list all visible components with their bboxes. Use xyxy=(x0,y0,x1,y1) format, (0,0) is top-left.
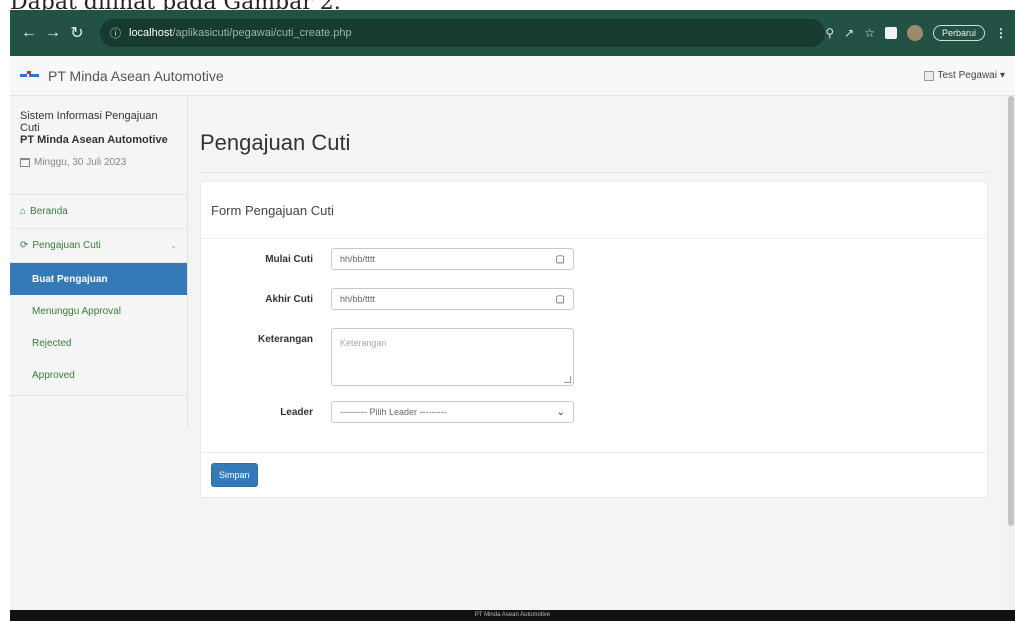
home-icon: ⌂ xyxy=(20,206,27,217)
scrollbar-thumb[interactable] xyxy=(1008,96,1014,526)
sidebar-app-title: Sistem Informasi Pengajuan Cuti xyxy=(20,110,158,134)
zoom-icon[interactable]: ⚲ xyxy=(825,26,834,40)
company-logo xyxy=(20,70,40,81)
user-avatar-icon xyxy=(924,70,935,81)
app-brand[interactable]: PT Minda Asean Automotive xyxy=(48,68,224,84)
calendar-picker-icon[interactable]: ▢ xyxy=(556,254,565,265)
forward-icon[interactable]: → xyxy=(42,24,64,42)
user-menu[interactable]: Test Pegawai ▾ xyxy=(924,70,1005,81)
url-host: localhost xyxy=(129,27,173,39)
form-row-keterangan: Keterangan Keterangan xyxy=(201,328,574,386)
browser-toolbar: ← → ↻ ⓘ localhost/aplikasicuti/pegawai/c… xyxy=(10,10,1015,56)
calendar-icon xyxy=(20,158,30,167)
extensions-icon[interactable] xyxy=(884,27,897,39)
leader-selected: --------- Pilih Leader --------- xyxy=(340,407,447,417)
sidebar-header: Sistem Informasi Pengajuan Cuti PT Minda… xyxy=(10,96,187,195)
sidebar-date: Minggu, 30 Juli 2023 xyxy=(20,157,177,168)
sidebar-date-text: Minggu, 30 Juli 2023 xyxy=(34,157,127,168)
caret-down-icon: ▾ xyxy=(999,70,1005,81)
app-footer: PT Minda Asean Automotive xyxy=(10,610,1015,621)
site-info-icon[interactable]: ⓘ xyxy=(110,25,121,41)
back-icon[interactable]: ← xyxy=(18,24,40,42)
leader-label: Leader xyxy=(280,406,313,418)
user-name: Test Pegawai xyxy=(937,70,997,81)
sidebar-subitem-rejected[interactable]: Rejected xyxy=(10,327,187,359)
browser-window: ← → ↻ ⓘ localhost/aplikasicuti/pegawai/c… xyxy=(10,10,1015,621)
browser-actions: ⚲ ↗ ☆ Perbarui ⋮ xyxy=(825,25,1007,41)
title-divider xyxy=(200,172,988,173)
page-title: Pengajuan Cuti xyxy=(200,130,351,155)
refresh-icon: ⟳ xyxy=(20,240,29,251)
sidebar-company: PT Minda Asean Automotive xyxy=(20,134,168,146)
mulai-cuti-input[interactable]: hh/bb/tttt ▢ xyxy=(331,248,574,270)
browser-menu-icon[interactable]: ⋮ xyxy=(995,26,1007,40)
share-icon[interactable]: ↗ xyxy=(844,26,854,40)
update-button[interactable]: Perbarui xyxy=(932,25,985,41)
leader-select[interactable]: --------- Pilih Leader --------- ⌄ xyxy=(331,401,574,423)
resize-handle-icon[interactable] xyxy=(564,376,571,383)
address-bar[interactable]: ⓘ localhost/aplikasicuti/pegawai/cuti_cr… xyxy=(100,19,826,47)
akhir-cuti-placeholder: hh/bb/tttt xyxy=(340,294,376,304)
sidebar-subitem-buat-pengajuan[interactable]: Buat Pengajuan xyxy=(10,263,187,295)
reload-icon[interactable]: ↻ xyxy=(66,23,88,43)
keterangan-label: Keterangan xyxy=(257,334,313,345)
form-row-mulai: Mulai Cuti hh/bb/tttt ▢ xyxy=(201,248,574,270)
akhir-cuti-input[interactable]: hh/bb/tttt ▢ xyxy=(331,288,574,310)
form-row-leader: Leader --------- Pilih Leader --------- … xyxy=(201,401,574,423)
sidebar-item-pengajuan-cuti[interactable]: ⟳ Pengajuan Cuti ⌄ xyxy=(10,229,187,263)
document-caption: Dapat dilihat pada Gambar 2. xyxy=(10,0,341,15)
sidebar-item-label: Pengajuan Cuti xyxy=(32,240,101,251)
chevron-down-icon: ⌄ xyxy=(556,406,565,418)
sidebar-item-label: Beranda xyxy=(30,206,68,217)
url-path: /aplikasicuti/pegawai/cuti_create.php xyxy=(172,27,352,39)
page-scrollbar[interactable] xyxy=(1007,96,1015,610)
akhir-cuti-label: Akhir Cuti xyxy=(265,293,313,305)
keterangan-placeholder: Keterangan xyxy=(340,338,387,348)
calendar-picker-icon[interactable]: ▢ xyxy=(556,294,565,305)
form-row-akhir: Akhir Cuti hh/bb/tttt ▢ xyxy=(201,288,574,310)
chevron-down-icon: ⌄ xyxy=(170,241,177,250)
sidebar-subitem-menunggu-approval[interactable]: Menunggu Approval xyxy=(10,295,187,327)
app-navbar: PT Minda Asean Automotive Test Pegawai ▾ xyxy=(10,56,1015,96)
panel-footer: Simpan xyxy=(201,452,987,498)
bookmark-star-icon[interactable]: ☆ xyxy=(864,26,875,40)
mulai-cuti-label: Mulai Cuti xyxy=(265,253,313,265)
sidebar: Sistem Informasi Pengajuan Cuti PT Minda… xyxy=(10,96,188,428)
keterangan-textarea[interactable]: Keterangan xyxy=(331,328,574,386)
mulai-cuti-placeholder: hh/bb/tttt xyxy=(340,254,376,264)
sidebar-subitem-approved[interactable]: Approved xyxy=(10,359,187,391)
form-panel: Form Pengajuan Cuti Mulai Cuti hh/bb/ttt… xyxy=(200,181,988,498)
sidebar-divider xyxy=(10,395,187,429)
save-button[interactable]: Simpan xyxy=(211,463,258,487)
panel-title: Form Pengajuan Cuti xyxy=(201,182,987,239)
sidebar-item-beranda[interactable]: ⌂ Beranda xyxy=(10,195,187,229)
profile-avatar[interactable] xyxy=(906,25,923,41)
